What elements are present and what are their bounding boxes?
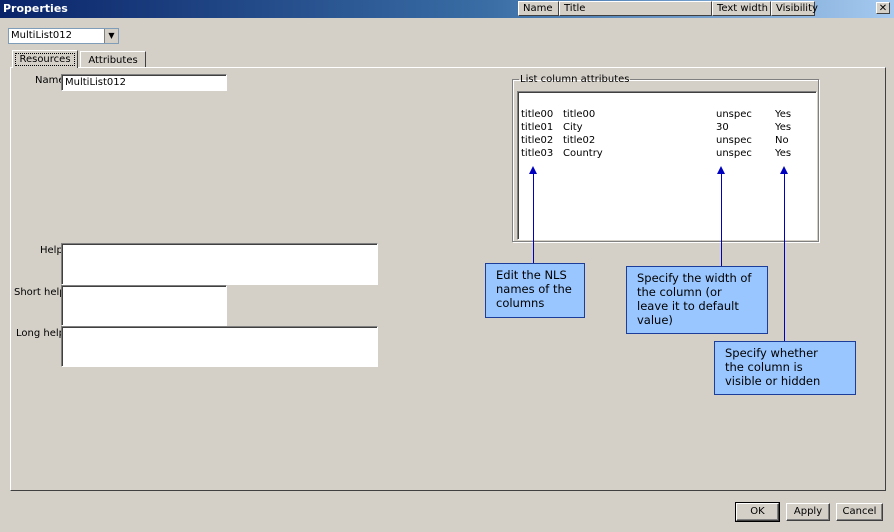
apply-button[interactable]: Apply [786, 503, 830, 521]
annotation-arrow-line [721, 174, 722, 266]
cell-text-width: unspec [716, 109, 752, 120]
callout-nls-names: Edit the NLS names of the columns [485, 263, 585, 318]
cell-text-width: unspec [716, 135, 752, 146]
cell-title: title00 [563, 109, 596, 120]
short-help-label: Short help [14, 287, 66, 298]
ok-button[interactable]: OK [735, 502, 780, 522]
name-field[interactable]: MultiList012 [61, 74, 227, 91]
chevron-down-icon[interactable]: ▼ [104, 29, 118, 43]
object-selector-value: MultiList012 [11, 30, 73, 41]
arrow-up-icon [717, 166, 725, 174]
long-help-label: Long help [16, 328, 65, 339]
help-field[interactable] [61, 243, 378, 285]
columns-list[interactable] [517, 91, 817, 240]
column-header-name[interactable]: Name [518, 1, 559, 16]
short-help-field[interactable] [61, 285, 227, 326]
callout-text-width: Specify the width of the column (or leav… [626, 266, 768, 334]
tab-resources-label: Resources [15, 53, 75, 66]
arrow-up-icon [780, 166, 788, 174]
tab-attributes[interactable]: Attributes [80, 51, 146, 68]
cell-name: title01 [521, 122, 554, 133]
cell-title: title02 [563, 135, 596, 146]
cancel-button[interactable]: Cancel [836, 503, 883, 521]
object-selector-dropdown[interactable]: MultiList012 ▼ [8, 28, 119, 44]
cell-visibility: Yes [775, 122, 792, 133]
column-header-text-width[interactable]: Text width [712, 1, 771, 16]
cell-visibility: Yes [775, 109, 792, 120]
name-field-value: MultiList012 [65, 77, 127, 88]
cell-visibility: Yes [775, 148, 792, 159]
cell-visibility: No [775, 135, 789, 146]
column-header-visibility[interactable]: Visibility [771, 1, 818, 16]
cell-name: title03 [521, 148, 554, 159]
annotation-arrow-line [784, 174, 785, 341]
close-icon[interactable]: ✕ [876, 2, 890, 14]
annotation-arrow-line [533, 174, 534, 263]
arrow-up-icon [529, 166, 537, 174]
tab-attributes-label: Attributes [88, 55, 138, 66]
cell-text-width: 30 [716, 122, 729, 133]
cell-text-width: unspec [716, 148, 752, 159]
column-header-title[interactable]: Title [559, 1, 712, 16]
callout-visibility: Specify whether the column is visible or… [714, 341, 856, 395]
window-title: Properties [3, 2, 68, 15]
cell-name: title02 [521, 135, 554, 146]
cell-title: City [563, 122, 583, 133]
group-legend: List column attributes [520, 74, 630, 85]
tab-resources[interactable]: Resources [12, 50, 78, 68]
cell-title: Country [563, 148, 603, 159]
long-help-field[interactable] [61, 326, 378, 367]
help-label: Help [40, 245, 63, 256]
cell-name: title00 [521, 109, 554, 120]
